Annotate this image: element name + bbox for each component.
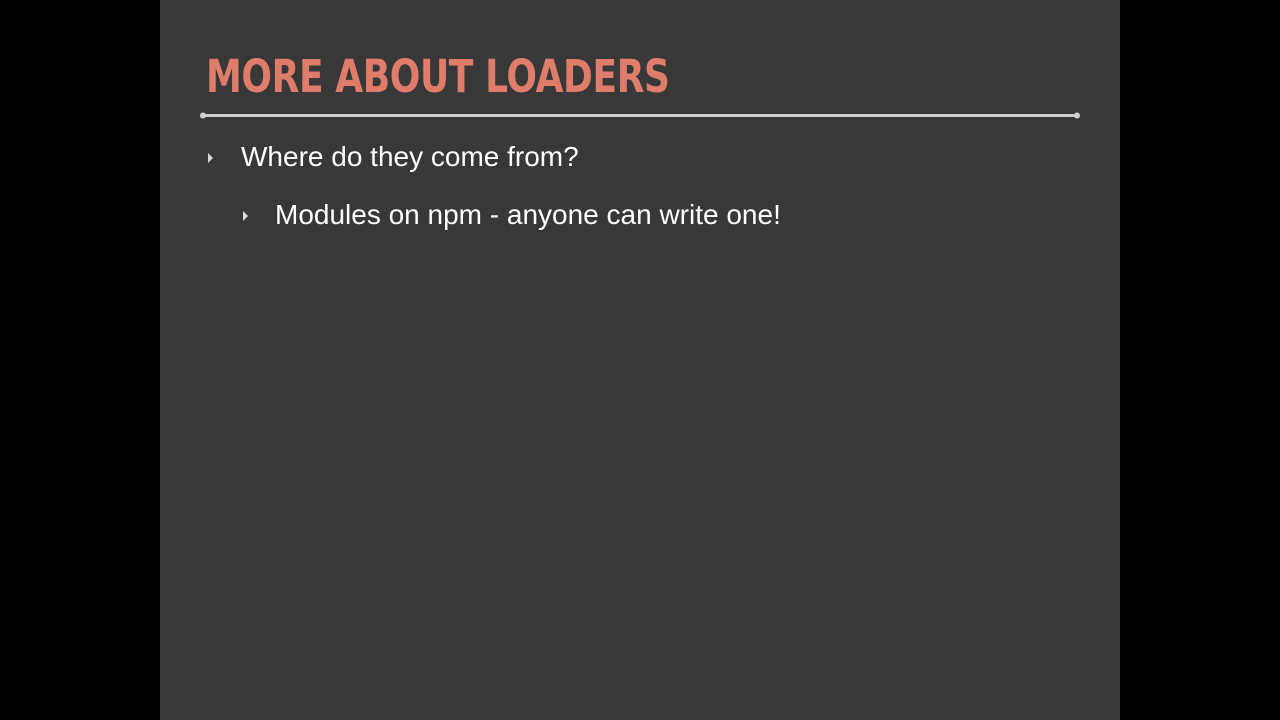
triangle-right-icon: [208, 153, 213, 163]
bullet-list: Where do they come from? Modules on npm …: [160, 0, 1120, 720]
bullet-text: Where do they come from?: [241, 141, 579, 172]
presentation-screen: MORE ABOUT LOADERS Where do they come fr…: [0, 0, 1280, 720]
slide: MORE ABOUT LOADERS Where do they come fr…: [160, 0, 1120, 720]
sub-bullet-text: Modules on npm - anyone can write one!: [275, 199, 781, 230]
triangle-right-icon: [243, 211, 248, 221]
